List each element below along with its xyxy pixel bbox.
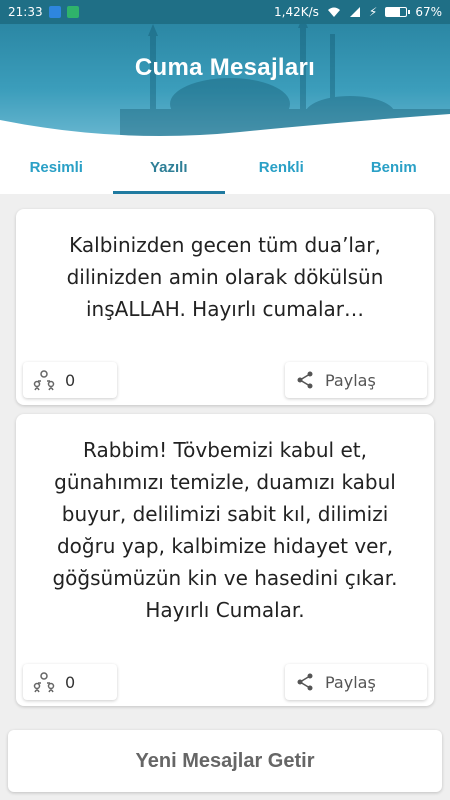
status-time: 21:33	[8, 5, 43, 19]
share-label: Paylaş	[325, 672, 376, 692]
tab-resimli[interactable]: Resimli	[0, 142, 113, 194]
tab-renkli[interactable]: Renkli	[225, 142, 338, 194]
share-button[interactable]: Paylaş	[285, 664, 427, 700]
message-card: Kalbinizden gecen tüm dua’lar, dilinizde…	[16, 209, 434, 405]
tab-bar: Resimli Yazılı Renkli Benim	[0, 142, 450, 194]
app-notification-icon	[66, 6, 79, 18]
wifi-icon	[327, 7, 340, 17]
people-icon	[33, 370, 55, 391]
charging-icon: ⚡	[368, 5, 378, 19]
share-icon	[297, 371, 313, 389]
header-wave	[0, 114, 450, 142]
share-icon	[297, 673, 313, 691]
share-button[interactable]: Paylaş	[285, 362, 427, 398]
network-speed: 1,42K/s	[274, 5, 319, 19]
load-new-messages-button[interactable]: Yeni Mesajlar Getir	[8, 730, 442, 792]
share-label: Paylaş	[325, 370, 376, 390]
status-bar: 21:33 1,42K/s ⚡ 67%	[0, 0, 450, 24]
count-button[interactable]: 0	[23, 664, 117, 700]
tab-benim[interactable]: Benim	[338, 142, 450, 194]
message-card: Rabbim! Tövbemizi kabul et, günahımızı t…	[16, 414, 434, 706]
battery-icon	[385, 7, 411, 17]
battery-percent: 67%	[415, 5, 442, 19]
page-title: Cuma Mesajları	[134, 54, 316, 81]
signal-icon	[349, 7, 360, 17]
count-value: 0	[65, 672, 76, 692]
count-button[interactable]: 0	[23, 362, 117, 398]
message-text: Kalbinizden gecen tüm dua’lar, dilinizde…	[66, 233, 384, 321]
app-header: Cuma Mesajları	[0, 24, 450, 142]
count-value: 0	[65, 370, 76, 390]
notification-icon	[48, 6, 61, 18]
people-icon	[33, 672, 55, 693]
message-text: Rabbim! Tövbemizi kabul et, günahımızı t…	[52, 438, 398, 622]
tab-yazili[interactable]: Yazılı	[112, 142, 226, 194]
